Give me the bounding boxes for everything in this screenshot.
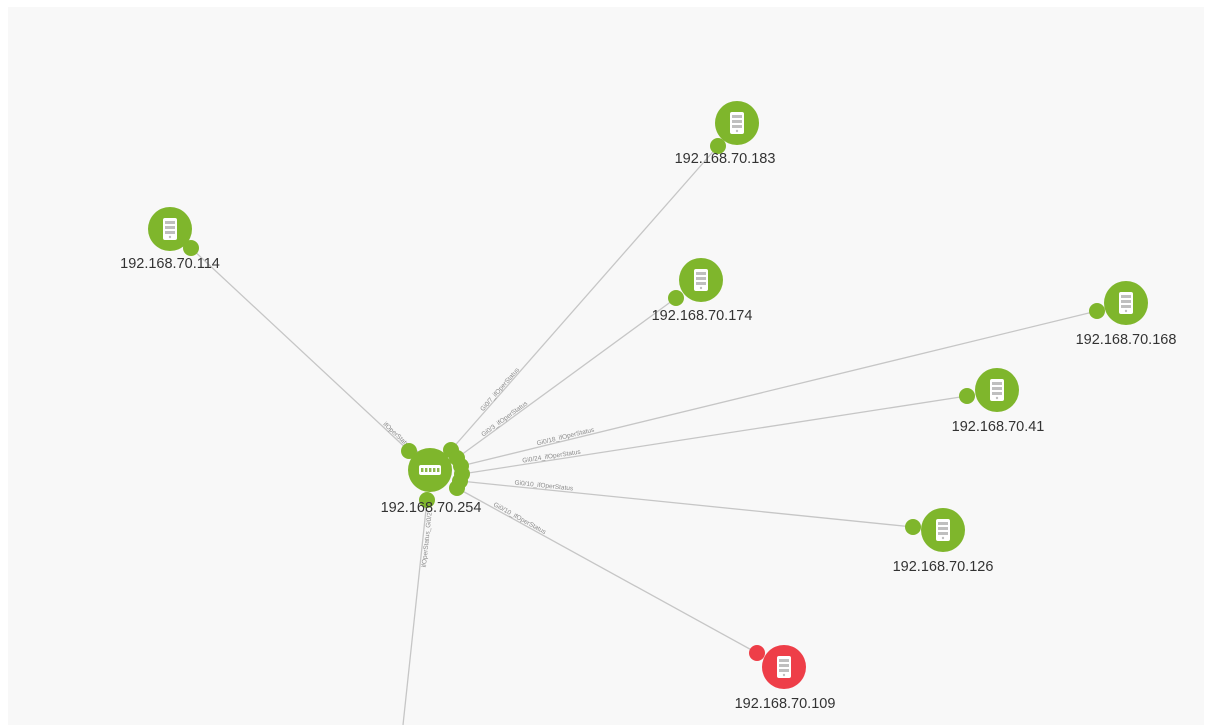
port-dot [668,290,684,306]
port-dot [183,240,199,256]
server-icon [990,379,1004,401]
link-192-168-70-114[interactable] [190,247,410,452]
server-icon [730,112,744,134]
node-192-168-70-168[interactable]: 192.168.70.168 [1076,281,1177,348]
link-label: Gi0/18_ifOperStatus [536,426,596,447]
port-dot [449,480,465,496]
port-dot [905,519,921,535]
node-192-168-70-126[interactable]: 192.168.70.126 [893,508,994,575]
node-label: 192.168.70.109 [735,696,836,712]
node-label: 192.168.70.114 [120,256,220,272]
link-label: Gi0/10_ifOperStatus [492,501,548,536]
server-icon [936,519,950,541]
server-icon [694,269,708,291]
port-dot [749,645,765,661]
link-label: ifOperStatus_Gi0/2 [421,512,434,568]
link-label: Gi0/7_ifOperStatus [479,366,521,413]
node-192-168-70-109[interactable]: 192.168.70.109 [735,645,836,712]
link-label: Gi0/10_ifOperStatus [514,480,574,493]
server-icon [777,656,791,678]
node-label: 192.168.70.41 [952,419,1045,435]
node-192-168-70-174[interactable]: 192.168.70.174 [652,258,753,324]
server-icon [1119,292,1133,314]
node-192-168-70-183[interactable]: 192.168.70.183 [675,101,776,167]
node-label: 192.168.70.174 [652,308,753,324]
link-label: Gi0/24_ifOperStatus [522,449,582,465]
hub-node[interactable]: 192.168.70.254 [381,442,482,516]
node-label: 192.168.70.126 [893,559,994,575]
topology-graph: Gi0/7_ifOperStatusifOperStatus_Gi0/5Gi0/… [120,101,1176,725]
node-192-168-70-114[interactable]: 192.168.70.114 [120,207,220,272]
node-label: 192.168.70.168 [1076,332,1177,348]
port-dot [959,388,975,404]
switch-icon [419,465,441,475]
links-layer [190,145,1098,725]
topology-canvas[interactable]: Gi0/7_ifOperStatus ifOperStatus_Gi0/5 Gi0/… [8,7,1204,725]
server-icon [163,218,177,240]
node-label: 192.168.70.254 [381,500,482,516]
port-dot [1089,303,1105,319]
node-192-168-70-41[interactable]: 192.168.70.41 [952,368,1045,435]
node-label: 192.168.70.183 [675,151,776,167]
nodes-layer: 192.168.70.254 192.168.70.183 192.168.70.1… [120,101,1176,712]
